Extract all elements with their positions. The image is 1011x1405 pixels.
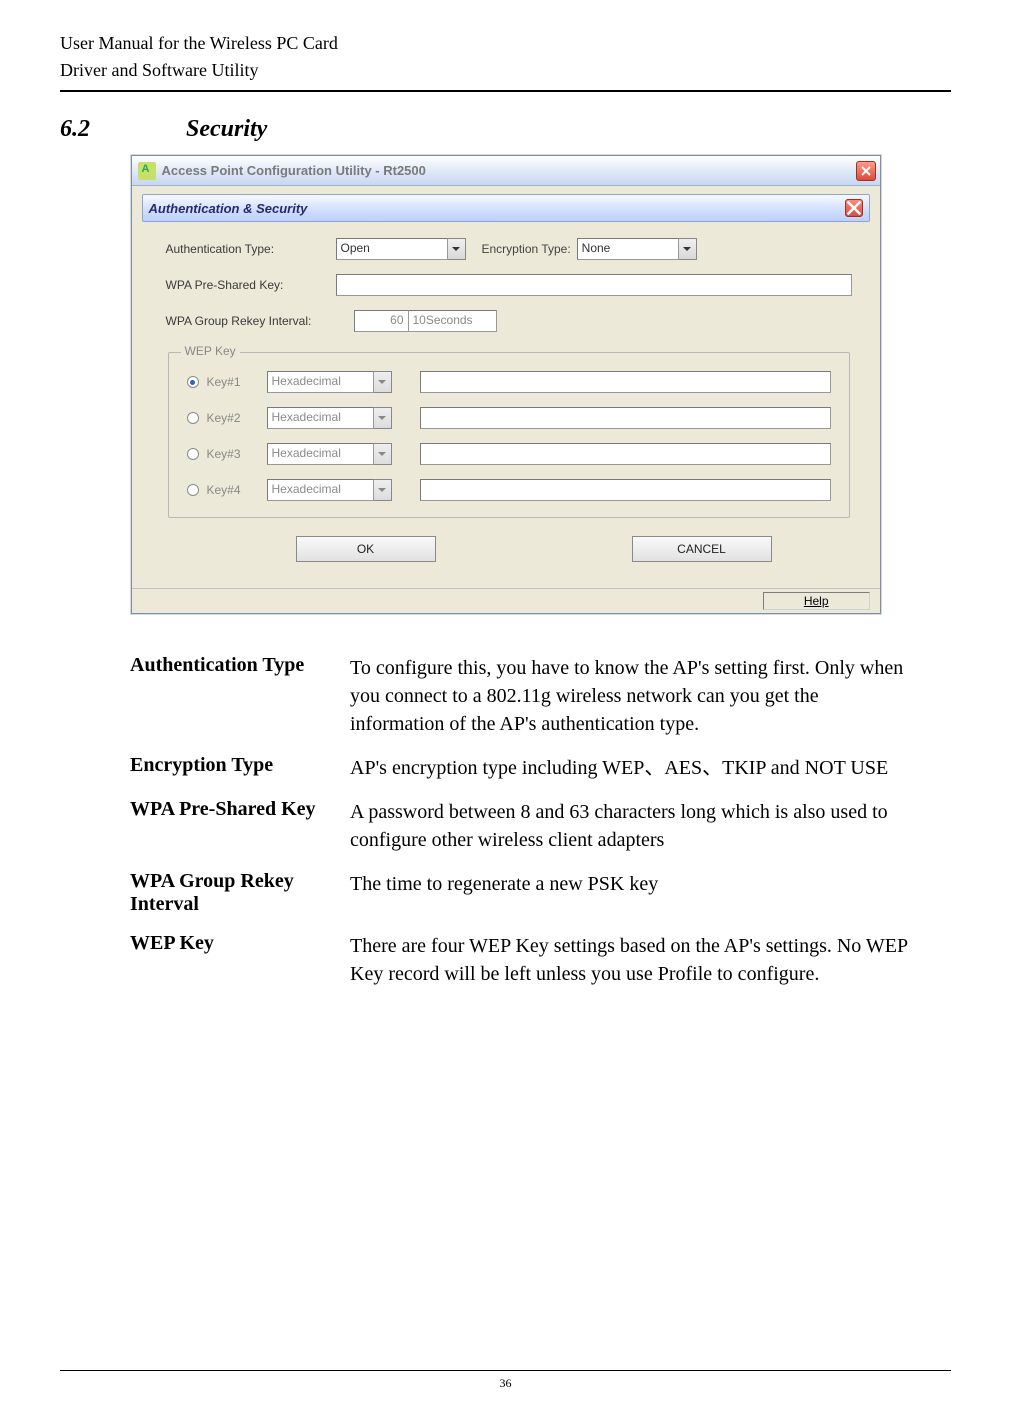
- section-header-title: Authentication & Security: [149, 201, 308, 216]
- wep-key1-input[interactable]: [420, 371, 831, 393]
- help-link[interactable]: Help: [763, 592, 870, 610]
- definition-desc: There are four WEP Key settings based on…: [350, 932, 911, 988]
- definition-row: WPA Group Rekey Interval The time to reg…: [130, 870, 911, 916]
- window-statusbar: Help: [132, 588, 880, 613]
- window-title: Access Point Configuration Utility - Rt2…: [162, 163, 856, 178]
- definition-row: WEP Key There are four WEP Key settings …: [130, 932, 911, 988]
- auth-type-value: Open: [336, 238, 448, 260]
- enc-type-value: None: [577, 238, 679, 260]
- wep-key-row-2: Key#2 Hexadecimal: [187, 407, 831, 429]
- definition-term: Encryption Type: [130, 754, 350, 782]
- wep-key1-radio[interactable]: [187, 376, 199, 388]
- wep-key-group: WEP Key Key#1 Hexadecimal Key#2 Hexadeci…: [168, 352, 850, 518]
- wep-key3-radio[interactable]: [187, 448, 199, 460]
- psk-input[interactable]: [336, 274, 852, 296]
- wep-key2-format: Hexadecimal: [267, 407, 374, 429]
- auth-type-combo[interactable]: Open: [336, 238, 466, 260]
- wep-key4-format-combo[interactable]: Hexadecimal: [267, 479, 392, 501]
- wep-key1-label: Key#1: [207, 375, 267, 389]
- definition-desc: The time to regenerate a new PSK key: [350, 870, 911, 916]
- wep-key2-dropdown-button[interactable]: [374, 407, 392, 429]
- wep-key3-format: Hexadecimal: [267, 443, 374, 465]
- page-number: 36: [0, 1376, 1011, 1391]
- definition-row: Authentication Type To configure this, y…: [130, 654, 911, 738]
- definition-row: Encryption Type AP's encryption type inc…: [130, 754, 911, 782]
- enc-type-combo[interactable]: None: [577, 238, 697, 260]
- interval-value[interactable]: 60: [354, 310, 409, 332]
- section-heading: 6.2 Security: [60, 116, 951, 143]
- chevron-down-icon: [452, 245, 460, 253]
- section-title: Security: [186, 116, 267, 142]
- footer-rule: [60, 1370, 951, 1371]
- interval-row: WPA Group Rekey Interval: 60 10Seconds: [166, 310, 852, 332]
- interval-label: WPA Group Rekey Interval:: [166, 314, 354, 328]
- wep-key1-format-combo[interactable]: Hexadecimal: [267, 371, 392, 393]
- definition-term: WPA Group Rekey Interval: [130, 870, 350, 916]
- chevron-down-icon: [378, 378, 386, 386]
- config-window: Access Point Configuration Utility - Rt2…: [131, 155, 881, 614]
- wep-key-row-3: Key#3 Hexadecimal: [187, 443, 831, 465]
- wep-key3-format-combo[interactable]: Hexadecimal: [267, 443, 392, 465]
- close-icon: [861, 166, 871, 176]
- section-header-bar: Authentication & Security: [142, 194, 870, 222]
- dialog-button-row: OK CANCEL: [166, 536, 852, 570]
- wep-key1-dropdown-button[interactable]: [374, 371, 392, 393]
- definition-term: WPA Pre-Shared Key: [130, 798, 350, 854]
- ok-button[interactable]: OK: [296, 536, 436, 562]
- chevron-down-icon: [378, 450, 386, 458]
- chevron-down-icon: [378, 486, 386, 494]
- window-close-button[interactable]: [856, 161, 876, 181]
- section-close-button[interactable]: [845, 199, 863, 217]
- definition-term: Authentication Type: [130, 654, 350, 738]
- auth-type-label: Authentication Type:: [166, 242, 336, 256]
- definitions-list: Authentication Type To configure this, y…: [130, 654, 911, 988]
- chevron-down-icon: [378, 414, 386, 422]
- wep-key3-dropdown-button[interactable]: [374, 443, 392, 465]
- header-rule: [60, 90, 951, 92]
- window-titlebar[interactable]: Access Point Configuration Utility - Rt2…: [132, 156, 880, 186]
- psk-label: WPA Pre-Shared Key:: [166, 278, 336, 292]
- header-line-1: User Manual for the Wireless PC Card: [60, 30, 951, 57]
- wep-key-row-4: Key#4 Hexadecimal: [187, 479, 831, 501]
- auth-type-row: Authentication Type: Open Encryption Typ…: [166, 238, 852, 260]
- section-number: 6.2: [60, 116, 180, 143]
- definition-desc: AP's encryption type including WEP、AES、T…: [350, 754, 911, 782]
- psk-row: WPA Pre-Shared Key:: [166, 274, 852, 296]
- definition-term: WEP Key: [130, 932, 350, 988]
- wep-key4-label: Key#4: [207, 483, 267, 497]
- definition-row: WPA Pre-Shared Key A password between 8 …: [130, 798, 911, 854]
- auth-type-dropdown-button[interactable]: [448, 238, 466, 260]
- enc-type-label: Encryption Type:: [482, 242, 571, 256]
- wep-key2-radio[interactable]: [187, 412, 199, 424]
- document-header: User Manual for the Wireless PC Card Dri…: [60, 30, 951, 84]
- dialog-body: Authentication & Security Authentication…: [132, 186, 880, 588]
- wep-key4-dropdown-button[interactable]: [374, 479, 392, 501]
- chevron-down-icon: [683, 245, 691, 253]
- header-line-2: Driver and Software Utility: [60, 57, 951, 84]
- enc-type-dropdown-button[interactable]: [679, 238, 697, 260]
- wep-key2-input[interactable]: [420, 407, 831, 429]
- wep-key2-label: Key#2: [207, 411, 267, 425]
- wep-key-row-1: Key#1 Hexadecimal: [187, 371, 831, 393]
- cancel-button[interactable]: CANCEL: [632, 536, 772, 562]
- auth-form: Authentication Type: Open Encryption Typ…: [142, 234, 870, 578]
- wep-key2-format-combo[interactable]: Hexadecimal: [267, 407, 392, 429]
- wep-key3-input[interactable]: [420, 443, 831, 465]
- wep-key1-format: Hexadecimal: [267, 371, 374, 393]
- wep-key4-format: Hexadecimal: [267, 479, 374, 501]
- definition-desc: A password between 8 and 63 characters l…: [350, 798, 911, 854]
- wep-key4-radio[interactable]: [187, 484, 199, 496]
- wep-legend: WEP Key: [181, 344, 240, 358]
- close-icon: [846, 200, 862, 216]
- interval-unit: 10Seconds: [409, 310, 497, 332]
- wep-key4-input[interactable]: [420, 479, 831, 501]
- app-icon: [138, 162, 156, 180]
- definition-desc: To configure this, you have to know the …: [350, 654, 911, 738]
- wep-key3-label: Key#3: [207, 447, 267, 461]
